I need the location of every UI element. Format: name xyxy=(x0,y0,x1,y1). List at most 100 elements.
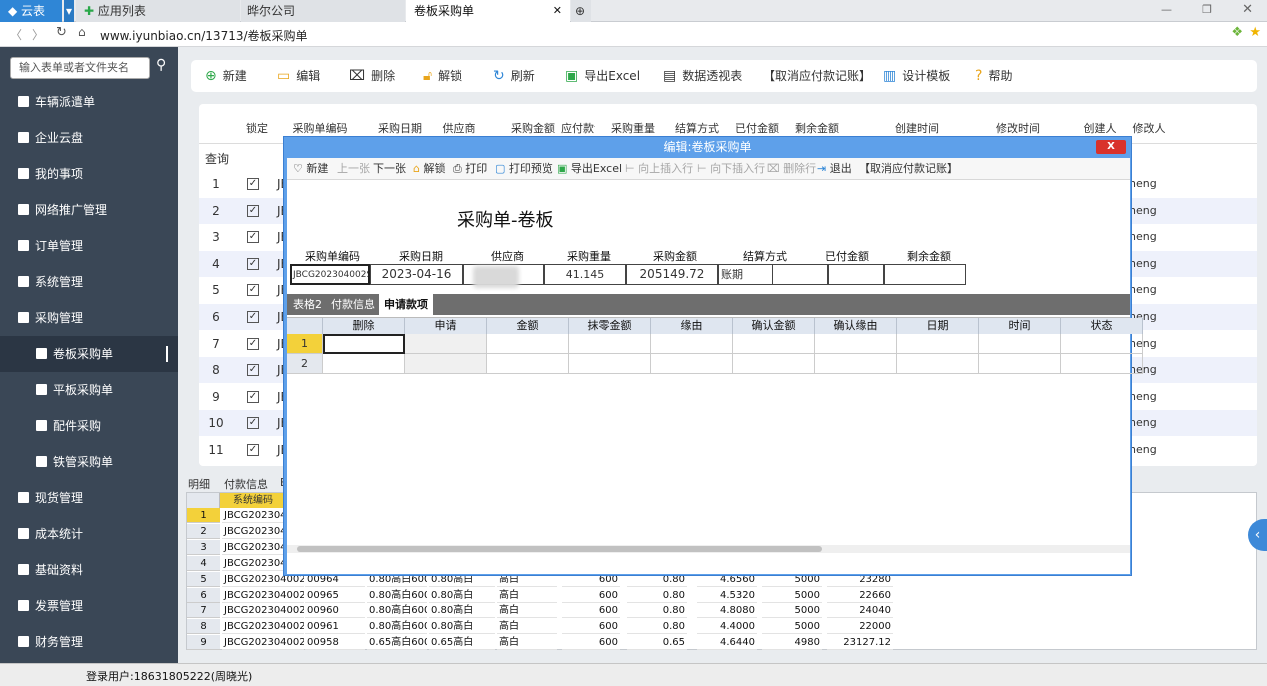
detail-cell[interactable]: 22660 xyxy=(827,588,893,603)
main-grid-header-cell[interactable]: 修改人 xyxy=(1129,114,1169,144)
apply-grid-cell[interactable] xyxy=(487,334,569,354)
detail-cell[interactable]: 0.65高白 xyxy=(429,635,495,651)
apply-grid-cell[interactable] xyxy=(405,334,487,354)
dlg-insert-above-button[interactable]: ⊢ 向上插入行 xyxy=(625,158,693,180)
subtab-apply[interactable]: 申请款项 xyxy=(379,294,433,315)
detail-cell[interactable]: JBCG20230400257 xyxy=(222,603,304,619)
detail-cell[interactable]: 00960 xyxy=(305,603,365,619)
apply-grid-cell[interactable] xyxy=(815,334,897,354)
detail-cell[interactable]: 4.6440 xyxy=(697,635,757,651)
sidebar-item[interactable]: 基础资料 xyxy=(0,552,178,588)
sidebar-item[interactable]: 采购管理 xyxy=(0,300,178,336)
apply-grid-cell[interactable] xyxy=(1061,334,1143,354)
close-window-icon[interactable]: ✕ xyxy=(1242,2,1253,17)
detail-cell[interactable]: 00958 xyxy=(305,635,365,651)
apply-grid-cell[interactable] xyxy=(569,354,651,374)
apply-grid-header-cell[interactable]: 缘由 xyxy=(651,318,733,334)
detail-cell[interactable]: JBCG20230400256 xyxy=(222,588,304,603)
apply-grid-cell[interactable] xyxy=(733,354,815,374)
field-settlement[interactable]: 账期 xyxy=(718,264,773,285)
subtab-payment[interactable]: 付款信息 xyxy=(331,294,375,315)
tab-dropdown[interactable]: ▾ xyxy=(64,0,74,22)
dlg-exit-button[interactable]: ⇥ 退出 xyxy=(817,158,852,180)
lock-checkbox[interactable]: ✓ xyxy=(247,257,259,270)
sidebar-item[interactable]: 网络推广管理 xyxy=(0,192,178,228)
dlg-insert-below-button[interactable]: ⊢ 向下插入行 xyxy=(697,158,765,180)
detail-cell[interactable]: 600 xyxy=(562,619,620,635)
detail-cell[interactable]: 22000 xyxy=(827,619,893,635)
refresh-button[interactable]: ↻ 刷新 xyxy=(493,60,535,92)
subtab-table2[interactable]: 表格2 xyxy=(293,294,322,315)
query-label[interactable]: 查询 xyxy=(205,150,229,167)
dlg-preview-button[interactable]: ▢ 打印预览 xyxy=(495,158,553,180)
lock-checkbox[interactable]: ✓ xyxy=(247,178,259,190)
detail-cell[interactable]: 00961 xyxy=(305,619,365,635)
dialog-close-button[interactable]: X xyxy=(1096,140,1126,154)
tab-app-list[interactable]: ✚ 应用列表 xyxy=(76,0,240,22)
export-excel-button[interactable]: ▣ 导出Excel xyxy=(565,60,640,92)
detail-cell[interactable]: 5000 xyxy=(762,603,822,619)
field-date[interactable]: 2023-04-16 xyxy=(370,264,463,285)
detail-cell[interactable]: 0.80高白 xyxy=(429,588,495,603)
apply-grid-cell[interactable] xyxy=(323,334,405,354)
sidebar-item[interactable]: 我的事项 xyxy=(0,156,178,192)
lock-checkbox[interactable]: ✓ xyxy=(247,390,259,403)
detail-cell[interactable]: 0.65 xyxy=(627,635,687,651)
lock-checkbox[interactable]: ✓ xyxy=(247,337,259,350)
sidebar-item[interactable]: 铁管采购单 xyxy=(0,444,178,480)
apply-grid-cell[interactable] xyxy=(651,334,733,354)
sidebar-item[interactable]: 成本统计 xyxy=(0,516,178,552)
sidebar-item[interactable]: 财务管理 xyxy=(0,624,178,660)
lock-checkbox[interactable]: ✓ xyxy=(247,364,259,377)
detail-cell[interactable]: 0.65高白600 xyxy=(367,635,427,651)
apply-grid-cell[interactable] xyxy=(405,354,487,374)
lock-checkbox[interactable]: ✓ xyxy=(247,444,259,456)
detail-cell[interactable]: 高白 xyxy=(497,588,557,603)
apply-grid-cell[interactable] xyxy=(897,334,979,354)
sidebar-item[interactable]: 订单管理 xyxy=(0,228,178,264)
sidebar-item[interactable]: 系统管理 xyxy=(0,264,178,300)
field-amount[interactable]: 205149.72 xyxy=(626,264,718,285)
apply-grid-cell[interactable] xyxy=(487,354,569,374)
detail-cell[interactable]: 00965 xyxy=(305,588,365,603)
field-remaining[interactable] xyxy=(884,264,966,285)
close-tab-icon[interactable]: ✕ xyxy=(553,0,562,22)
detail-cell[interactable]: 0.80 xyxy=(627,619,687,635)
delete-button[interactable]: ⌧ 删除 xyxy=(349,60,395,92)
detail-cell[interactable]: 600 xyxy=(562,635,620,651)
field-code[interactable]: JBCG202304002S1 xyxy=(290,264,370,285)
design-template-button[interactable]: ▥ 设计模板 xyxy=(883,60,950,92)
detail-cell[interactable]: 600 xyxy=(562,588,620,603)
url-field[interactable]: www.iyunbiao.cn/13713/卷板采购单 xyxy=(100,27,308,44)
new-tab-button[interactable]: ⊕ xyxy=(571,0,591,22)
dlg-unlock-button[interactable]: ⌂ 解锁 xyxy=(413,158,445,180)
field-paid[interactable] xyxy=(828,264,884,285)
detail-cell[interactable]: JBCG20230400259 xyxy=(222,635,304,651)
dlg-export-button[interactable]: ▣ 导出Excel xyxy=(557,158,622,180)
apply-grid-cell[interactable] xyxy=(815,354,897,374)
reload-icon[interactable]: ↻ xyxy=(56,25,67,40)
tab-yunbiao[interactable]: ◆ 云表 xyxy=(0,0,62,22)
detail-cell[interactable]: 高白 xyxy=(497,619,557,635)
new-button[interactable]: ⊕ 新建 xyxy=(205,60,247,92)
apply-grid-header-cell[interactable]: 删除 xyxy=(323,318,405,334)
apply-grid-cell[interactable] xyxy=(651,354,733,374)
detail-cell[interactable]: 23127.12 xyxy=(827,635,893,651)
dlg-delete-row-button[interactable]: ⌧ 删除行 xyxy=(767,158,816,180)
home-icon[interactable]: ⌂ xyxy=(78,25,86,39)
sidebar-item[interactable]: 平板采购单 xyxy=(0,372,178,408)
apply-grid-header-cell[interactable]: 状态 xyxy=(1061,318,1143,334)
apply-grid-cell[interactable] xyxy=(897,354,979,374)
field-settlement-ext[interactable] xyxy=(773,264,828,285)
search-icon[interactable]: ⚲ xyxy=(156,57,166,73)
unlock-button[interactable]: 🔓︎ 解锁 xyxy=(423,60,462,92)
detail-cell[interactable]: 4980 xyxy=(762,635,822,651)
sidebar-item[interactable]: 发票管理 xyxy=(0,588,178,624)
help-button[interactable]: ? 帮助 xyxy=(975,60,1012,92)
dlg-cancel-record-button[interactable]: 【取消应付款记账】 xyxy=(859,158,958,180)
detail-cell[interactable]: 4.8080 xyxy=(697,603,757,619)
tab-detail[interactable]: 明细 xyxy=(188,476,210,492)
tab-company[interactable]: 晔尔公司 xyxy=(241,0,405,22)
star-icon[interactable]: ★ xyxy=(1249,25,1261,40)
apply-grid-cell[interactable] xyxy=(569,334,651,354)
